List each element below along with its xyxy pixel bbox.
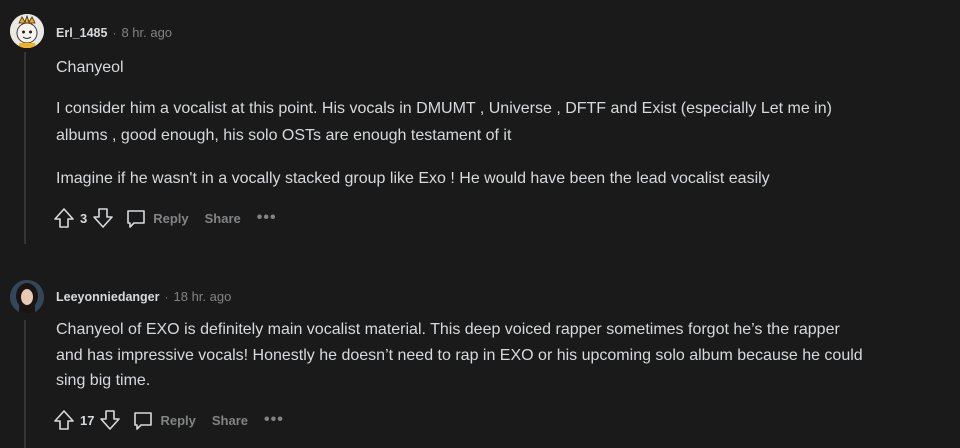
share-label: Share: [211, 412, 249, 428]
downvote-button[interactable]: [98, 408, 122, 432]
upvote-button[interactable]: [52, 408, 76, 432]
meta-separator: ·: [164, 289, 169, 304]
thread-line[interactable]: [24, 320, 26, 448]
username[interactable]: Leeyonniedanger: [56, 290, 160, 304]
comment-2: Leeyonniedanger · 18 hr. ago Chanyeol of…: [0, 0, 960, 448]
comment-meta: Leeyonniedanger · 18 hr. ago: [56, 289, 231, 304]
avatar[interactable]: [10, 280, 44, 314]
comment-paragraph: sing big time.: [56, 372, 151, 389]
upvote-icon: [54, 410, 74, 430]
reply-label: Reply: [160, 412, 196, 428]
comment-bubble-icon: [134, 412, 153, 430]
downvote-icon: [100, 410, 121, 430]
comment-paragraph: and has impressive vocals! Honestly he d…: [56, 347, 863, 364]
more-icon: •••: [264, 411, 284, 428]
share-button[interactable]: Share: [212, 413, 248, 428]
vote-score: 17: [80, 412, 95, 428]
more-options-button[interactable]: •••: [264, 411, 284, 429]
comment-paragraph: Chanyeol of EXO is definitely main vocal…: [56, 321, 840, 338]
reply-button[interactable]: Reply: [132, 409, 196, 431]
timestamp[interactable]: 18 hr. ago: [174, 289, 232, 304]
comment-actions: 17 Reply Share •••: [52, 406, 284, 434]
